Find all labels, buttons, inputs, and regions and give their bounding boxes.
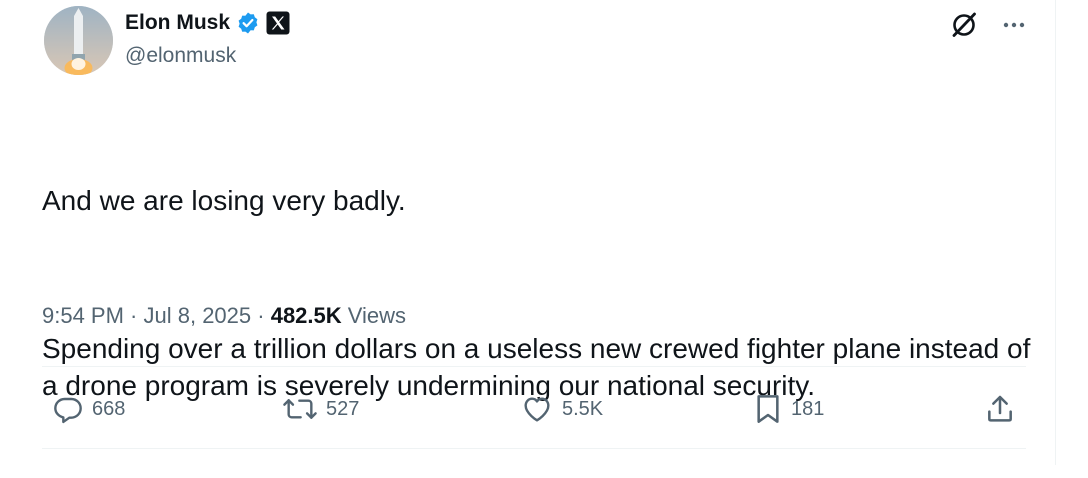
heart-icon (520, 393, 554, 425)
repost-count: 527 (326, 397, 360, 420)
reply-count: 668 (92, 397, 126, 420)
grok-icon[interactable] (949, 10, 979, 40)
author-display-name[interactable]: Elon Musk (125, 9, 230, 37)
tweet-paragraph: And we are losing very badly. (42, 185, 406, 216)
x-logo-icon[interactable] (266, 11, 290, 35)
share-button[interactable] (984, 389, 1016, 429)
top-actions (949, 10, 1027, 40)
bookmark-icon (753, 393, 783, 425)
author-handle[interactable]: @elonmusk (125, 42, 236, 70)
more-options-icon[interactable] (1001, 12, 1027, 38)
meta-separator: · (123, 303, 144, 328)
verified-badge-icon[interactable] (236, 11, 260, 35)
action-bar: 668 527 5.5K 181 (0, 389, 1056, 429)
reply-icon (52, 393, 84, 425)
share-icon (984, 393, 1016, 425)
divider (42, 366, 1026, 367)
meta-separator: · (251, 303, 271, 328)
like-button[interactable]: 5.5K (520, 389, 603, 429)
tweet-time[interactable]: 9:54 PM (42, 303, 124, 328)
like-count: 5.5K (562, 397, 604, 420)
bookmark-button[interactable]: 181 (753, 389, 824, 429)
views-label: Views (341, 303, 407, 328)
reply-button[interactable]: 668 (52, 389, 125, 429)
repost-icon (282, 393, 318, 425)
tweet-date[interactable]: Jul 8, 2025 (144, 303, 252, 328)
bottom-divider (42, 448, 1026, 449)
views-count[interactable]: 482.5K (271, 303, 342, 328)
avatar-image (44, 6, 113, 75)
repost-button[interactable]: 527 (282, 389, 359, 429)
tweet-card: Elon Musk @elonmusk And we are losing ve… (0, 0, 1056, 465)
author-name-row: Elon Musk (125, 9, 290, 37)
bookmark-count: 181 (791, 397, 825, 420)
tweet-meta: 9:54 PM · Jul 8, 2025 · 482.5K Views (42, 301, 406, 331)
avatar[interactable] (44, 6, 113, 75)
